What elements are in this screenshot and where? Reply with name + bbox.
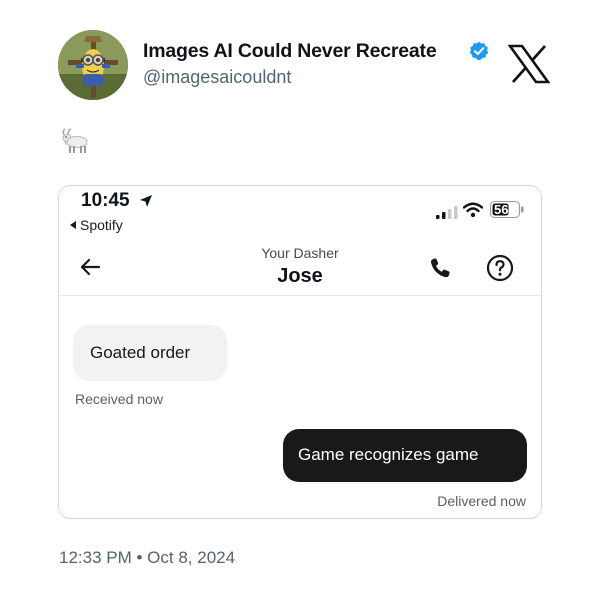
back-app-label: Spotify: [80, 217, 123, 233]
minion-scarecrow-image: [58, 30, 128, 100]
embedded-screenshot: 10:45 Spotify 56 Your Dasher Jose Goated…: [58, 185, 542, 519]
handle[interactable]: @imagesaicouldnt: [143, 67, 291, 88]
wifi-icon: [463, 202, 483, 218]
post-timestamp[interactable]: 12:33 PM • Oct 8, 2024: [59, 548, 235, 568]
back-triangle-icon: [70, 221, 76, 229]
incoming-status: Received now: [75, 391, 163, 407]
header-divider: [59, 295, 541, 296]
outgoing-message: Game recognizes game: [283, 429, 527, 482]
battery-level: 56: [494, 202, 509, 217]
outgoing-message-text: Game recognizes game: [298, 445, 479, 464]
location-arrow-icon: [140, 195, 152, 207]
incoming-message-text: Goated order: [90, 343, 191, 362]
help-icon[interactable]: [486, 254, 514, 282]
x-logo-icon[interactable]: [508, 44, 550, 84]
incoming-message: Goated order: [73, 325, 227, 381]
dasher-label: Your Dasher: [261, 245, 339, 261]
outgoing-status: Delivered now: [437, 493, 526, 509]
back-to-app[interactable]: Spotify: [70, 217, 123, 233]
cellular-signal-icon: [436, 206, 458, 219]
avatar[interactable]: [58, 30, 128, 100]
status-time: 10:45: [81, 190, 130, 211]
verified-badge-icon: [469, 41, 489, 60]
goat-emoji-icon: [62, 128, 88, 153]
display-name[interactable]: Images AI Could Never Recreate: [143, 40, 437, 63]
phone-call-icon[interactable]: [428, 256, 452, 280]
dasher-name: Jose: [277, 265, 323, 287]
battery-icon: 56: [490, 201, 524, 218]
tweet: Images AI Could Never Recreate @imagesai…: [0, 0, 599, 599]
